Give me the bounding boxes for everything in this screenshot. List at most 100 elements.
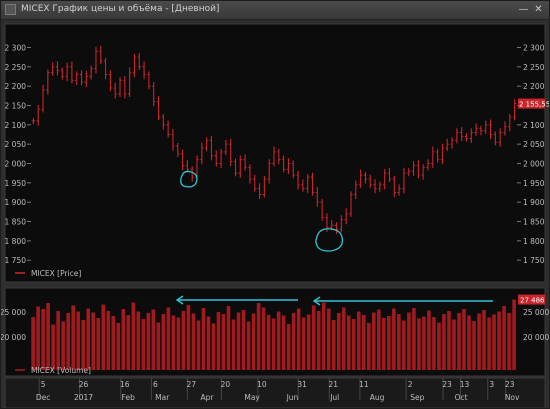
title-bar[interactable]: MICEX График цены и объёма - [Дневной] —… <box>1 1 549 20</box>
price-tick-label-right: 1 750 <box>523 256 545 265</box>
price-tick-label-right: 1 850 <box>523 218 545 227</box>
time-axis-month-label: Jul <box>329 393 339 402</box>
price-tick-label-right: 2 000 <box>523 160 545 169</box>
time-axis-day-label: 16 <box>120 380 130 389</box>
volume-bar <box>341 307 346 370</box>
time-axis-month-label: Mar <box>155 393 170 402</box>
price-tick-label-left: 1 850 <box>5 218 27 227</box>
volume-bar <box>452 319 456 370</box>
volume-bar <box>241 310 246 370</box>
time-axis-day-label: 27 <box>187 380 197 389</box>
volume-bar <box>412 308 416 370</box>
volume-bar <box>176 317 181 370</box>
price-tick-label-right: 1 950 <box>523 179 545 188</box>
volume-bar <box>161 314 166 370</box>
volume-tick-label-right: 20 000 <box>523 333 549 342</box>
volume-bar <box>261 307 266 370</box>
price-panel <box>4 23 546 283</box>
volume-bar <box>166 307 171 370</box>
time-axis-day-label: 6 <box>153 380 158 389</box>
volume-bar <box>61 321 65 370</box>
volume-bar <box>492 314 496 370</box>
chart-app-icon <box>5 4 16 15</box>
price-tick-label-right: 1 800 <box>523 237 545 246</box>
volume-bar <box>366 323 371 370</box>
volume-bar <box>171 315 176 370</box>
chart-window: MICEX График цены и объёма - [Дневной] —… <box>0 0 550 409</box>
time-axis-day-label: 5 <box>41 380 46 389</box>
minimize-icon[interactable]: — <box>518 4 529 15</box>
price-tick-label-left: 2 200 <box>5 82 27 91</box>
price-tick-label-right: 2 200 <box>523 82 545 91</box>
time-axis-day-label: 11 <box>359 380 369 389</box>
volume-bar <box>96 318 101 370</box>
volume-bar <box>427 310 431 370</box>
volume-legend-label: MICEX [Volume] <box>31 366 91 375</box>
volume-bar <box>497 311 501 370</box>
time-axis-day-label: 26 <box>79 380 89 389</box>
volume-bar <box>66 313 70 370</box>
volume-bar <box>106 311 111 370</box>
volume-bar <box>301 317 306 370</box>
volume-bar <box>346 315 351 370</box>
close-icon[interactable]: ✕ <box>533 4 544 15</box>
volume-bar <box>382 318 386 370</box>
volume-bar <box>186 305 191 370</box>
time-axis-month-label: Aug <box>370 393 385 402</box>
volume-bar <box>181 311 186 370</box>
volume-bar <box>131 302 136 370</box>
volume-bar <box>31 317 35 370</box>
volume-bar <box>432 317 436 370</box>
volume-tick-label-left: 20 000 <box>1 333 26 342</box>
time-axis-day-label: 13 <box>460 380 470 389</box>
time-axis-day-label: 23 <box>505 380 515 389</box>
volume-bar <box>211 323 216 370</box>
volume-bar <box>206 316 211 370</box>
volume-bar <box>221 314 226 370</box>
price-tick-label-left: 2 000 <box>5 160 27 169</box>
volume-bar <box>311 305 316 370</box>
volume-bar <box>216 312 221 370</box>
price-tick-label-left: 2 250 <box>5 63 27 72</box>
time-axis-day-label: 20 <box>221 380 231 389</box>
time-axis-month-label: Apr <box>200 393 214 402</box>
volume-bar <box>402 320 406 370</box>
time-axis-day-label: 23 <box>442 380 452 389</box>
price-tick-label-right: 1 900 <box>523 198 545 207</box>
volume-bar <box>41 309 45 370</box>
volume-bar <box>196 320 201 370</box>
volume-bar <box>266 315 271 370</box>
volume-bar <box>417 318 421 370</box>
volume-bar <box>512 299 516 370</box>
volume-bar <box>326 308 331 370</box>
volume-bar <box>472 321 476 370</box>
volume-bar <box>467 315 471 370</box>
volume-bar <box>306 314 311 370</box>
price-volume-chart: 2 3002 3002 2502 2502 2002 2002 1502 150… <box>1 20 549 408</box>
time-axis-day-label: 3 <box>489 380 494 389</box>
volume-bar <box>321 302 326 370</box>
time-axis-day-label: 2 <box>408 380 413 389</box>
volume-bar <box>487 317 491 370</box>
price-legend-label: MICEX [Price] <box>31 269 81 278</box>
volume-bar <box>372 312 376 370</box>
volume-bar <box>111 316 116 370</box>
volume-bar <box>156 322 161 370</box>
volume-bar <box>151 309 156 370</box>
time-axis-day-label: 21 <box>329 380 339 389</box>
time-axis-month-label: Dec <box>36 393 51 402</box>
volume-bar <box>296 308 301 370</box>
volume-bar <box>482 310 486 370</box>
volume-bar <box>251 313 256 370</box>
volume-bar <box>387 316 391 370</box>
price-last-value-label: 2 155,55 <box>519 101 549 109</box>
price-tick-label-left: 2 150 <box>5 101 27 110</box>
price-tick-label-left: 1 900 <box>5 198 27 207</box>
volume-bar <box>36 306 40 370</box>
volume-bar <box>271 318 276 370</box>
volume-bar <box>316 311 321 370</box>
volume-bar <box>226 306 231 370</box>
volume-bar <box>231 319 236 370</box>
volume-bar <box>361 315 366 370</box>
volume-bar <box>407 312 411 370</box>
